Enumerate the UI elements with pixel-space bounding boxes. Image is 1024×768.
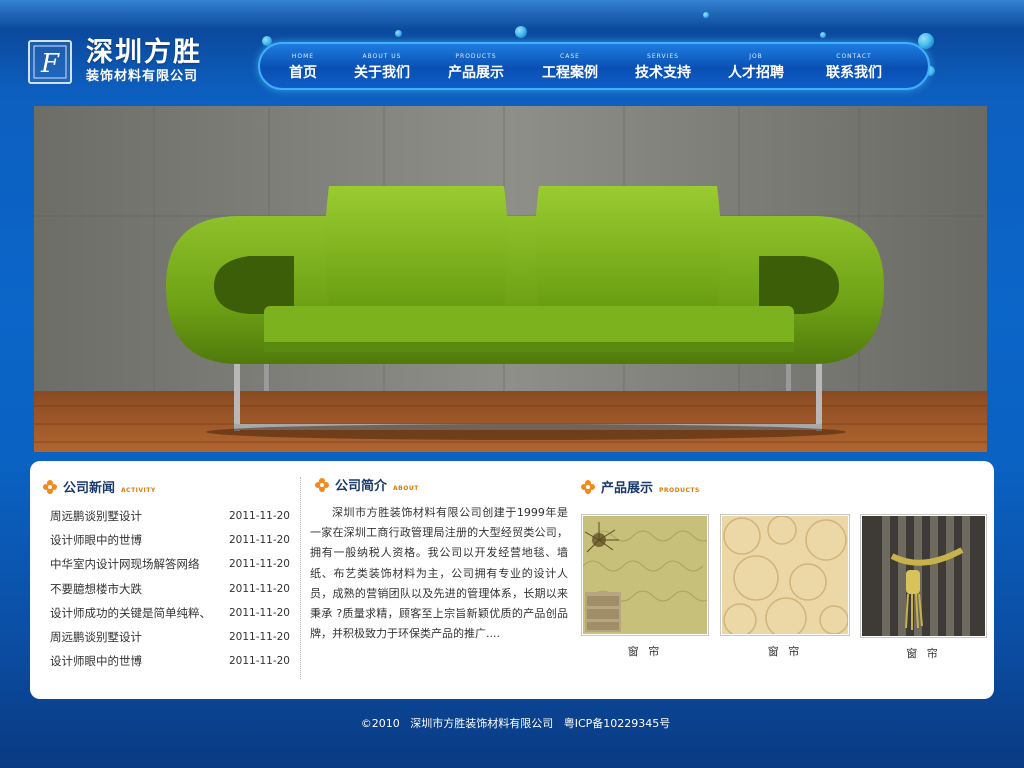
news-item-title[interactable]: 周远鹏谈别墅设计 xyxy=(50,629,142,645)
news-item-title[interactable]: 周远鹏谈别墅设计 xyxy=(50,508,142,524)
nav-products-en: PRODUCTS xyxy=(455,53,497,60)
nav-about-en: ABOUT US xyxy=(362,53,402,60)
about-title-en: ABOUT xyxy=(393,485,419,492)
nav-home[interactable]: HOME 首页 xyxy=(280,44,326,88)
logo-emblem: F xyxy=(28,40,72,84)
nav-products-label: 产品展示 xyxy=(448,65,504,81)
orange-flower-icon xyxy=(43,480,57,494)
news-item-date: 2011-11-20 xyxy=(228,558,290,571)
news-item-title[interactable]: 不要臆想楼市大跌 xyxy=(50,581,142,597)
nav-about-label: 关于我们 xyxy=(354,65,410,81)
hero-banner xyxy=(34,106,987,452)
nav-support-label: 技术支持 xyxy=(635,65,691,81)
news-item[interactable]: 设计师眼中的世博 2011-11-20 xyxy=(50,528,290,552)
wallpaper-floral-image xyxy=(583,516,707,634)
nav-jobs-label: 人才招聘 xyxy=(728,65,784,81)
company-name: 深圳方胜 xyxy=(86,37,202,68)
news-item[interactable]: 中华室内设计网现场解答网络 2011-11-20 xyxy=(50,552,290,576)
news-item-date: 2011-11-20 xyxy=(228,655,290,668)
logo-f-icon: F xyxy=(33,45,67,79)
product-card[interactable]: 窗 帘 xyxy=(860,514,987,661)
news-item-date: 2011-11-20 xyxy=(228,510,290,523)
product-label[interactable]: 窗 帘 xyxy=(581,643,709,659)
news-item-title[interactable]: 设计师眼中的世博 xyxy=(50,653,142,669)
news-item[interactable]: 不要臆想楼市大跌 2011-11-20 xyxy=(50,577,290,601)
content-panel: 公司新闻 ACTIVITY 周远鹏谈别墅设计 2011-11-20 设计师眼中的… xyxy=(30,461,994,699)
news-item-date: 2011-11-20 xyxy=(228,631,290,644)
product-label[interactable]: 窗 帘 xyxy=(860,645,987,661)
news-item[interactable]: 周远鹏谈别墅设计 2011-11-20 xyxy=(50,504,290,528)
bokeh-bubble xyxy=(515,26,527,38)
news-item-date: 2011-11-20 xyxy=(228,534,290,547)
news-item[interactable]: 设计师眼中的世博 2011-11-20 xyxy=(50,649,290,673)
products-title-en: PRODUCTS xyxy=(659,487,700,494)
bokeh-bubble xyxy=(395,30,402,37)
news-list: 周远鹏谈别墅设计 2011-11-20 设计师眼中的世博 2011-11-20 … xyxy=(50,504,290,673)
nav-cases-en: CASE xyxy=(560,53,580,60)
nav-jobs[interactable]: JOB 人才招聘 xyxy=(724,44,788,88)
curtain-tieback-image xyxy=(862,516,985,636)
news-item[interactable]: 周远鹏谈别墅设计 2011-11-20 xyxy=(50,625,290,649)
nav-contact-label: 联系我们 xyxy=(826,65,882,81)
site-logo[interactable]: F 深圳方胜 装饰材料有限公司 xyxy=(28,38,202,86)
nav-home-en: HOME xyxy=(291,53,315,60)
product-thumbnail[interactable] xyxy=(581,514,709,636)
nav-cases[interactable]: CASE 工程案例 xyxy=(538,44,602,88)
footer-company: 深圳市方胜装饰材料有限公司 xyxy=(410,717,554,730)
news-item-title[interactable]: 设计师成功的关键是简单纯粹、 xyxy=(50,605,211,621)
bokeh-bubble xyxy=(820,32,826,38)
news-item[interactable]: 设计师成功的关键是简单纯粹、 2011-11-20 xyxy=(50,601,290,625)
product-thumbnail[interactable] xyxy=(720,514,850,636)
about-section-header: 公司简介 ABOUT xyxy=(315,475,419,494)
header-glow xyxy=(0,0,1024,30)
news-title-en: ACTIVITY xyxy=(121,487,156,494)
nav-support-en: SERVIES xyxy=(647,53,679,60)
wallpaper-swirl-image xyxy=(722,516,848,634)
green-sofa-banner-image xyxy=(34,106,987,452)
products-title: 产品展示 xyxy=(601,481,654,496)
product-thumbnail[interactable] xyxy=(860,514,987,638)
news-title: 公司新闻 xyxy=(63,481,116,496)
nav-contact-en: CONTACT xyxy=(836,53,872,60)
news-item-title[interactable]: 中华室内设计网现场解答网络 xyxy=(50,556,200,572)
footer-icp[interactable]: 粤ICP备10229345号 xyxy=(564,717,671,730)
main-navigation: HOME 首页 ABOUT US 关于我们 PRODUCTS 产品展示 CASE… xyxy=(258,42,930,90)
nav-about[interactable]: ABOUT US 关于我们 xyxy=(350,44,414,88)
logo-letter: F xyxy=(40,49,60,79)
products-section-header: 产品展示 PRODUCTS xyxy=(581,477,700,496)
nav-products[interactable]: PRODUCTS 产品展示 xyxy=(444,44,508,88)
news-item-title[interactable]: 设计师眼中的世博 xyxy=(50,532,142,548)
news-section-header: 公司新闻 ACTIVITY xyxy=(43,477,156,496)
nav-support[interactable]: SERVIES 技术支持 xyxy=(631,44,695,88)
nav-cases-label: 工程案例 xyxy=(542,65,598,81)
section-divider xyxy=(300,477,301,679)
about-description: 深圳市方胜装饰材料有限公司创建于1999年是一家在深圳工商行政管理局注册的大型经… xyxy=(310,506,568,641)
company-subtitle: 装饰材料有限公司 xyxy=(86,69,199,84)
news-item-date: 2011-11-20 xyxy=(228,582,290,595)
nav-contact[interactable]: CONTACT 联系我们 xyxy=(822,44,886,88)
site-footer: ©2010 深圳市方胜装饰材料有限公司 粤ICP备10229345号 xyxy=(0,715,1024,731)
product-card[interactable]: 窗 帘 xyxy=(581,514,709,659)
orange-flower-icon xyxy=(581,480,595,494)
news-item-date: 2011-11-20 xyxy=(228,606,290,619)
product-card[interactable]: 窗 帘 xyxy=(720,514,850,659)
nav-home-label: 首页 xyxy=(289,65,317,81)
nav-jobs-en: JOB xyxy=(749,53,763,60)
product-label[interactable]: 窗 帘 xyxy=(720,643,850,659)
orange-flower-icon xyxy=(315,478,329,492)
footer-copyright: ©2010 xyxy=(360,717,400,730)
about-title: 公司简介 xyxy=(335,479,388,494)
bokeh-bubble xyxy=(703,12,709,18)
